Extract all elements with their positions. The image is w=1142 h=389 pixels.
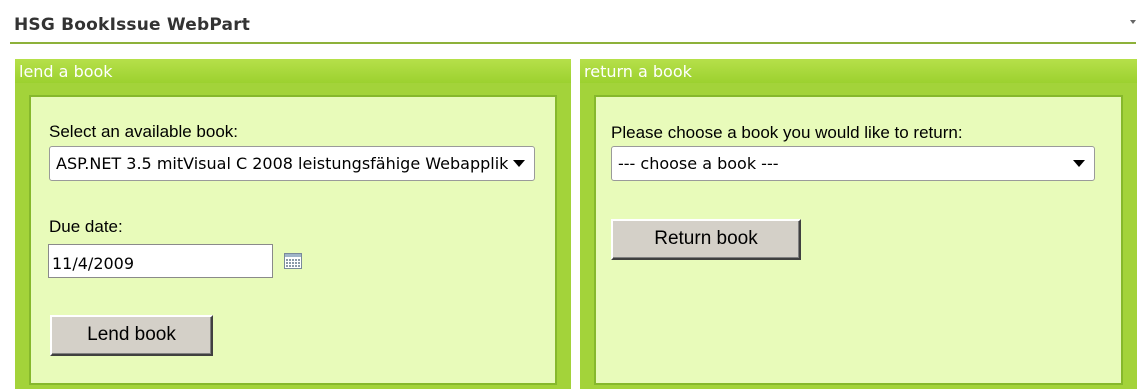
return-panel: return a book Please choose a book you w… — [580, 59, 1137, 389]
dropdown-arrow-icon — [1073, 160, 1085, 167]
webpart-header: HSG BookIssue WebPart — [10, 0, 1136, 44]
return-panel-title: return a book — [580, 59, 1137, 83]
due-date-label: Due date: — [49, 217, 123, 236]
lend-panel: lend a book Select an available book: AS… — [15, 59, 571, 389]
due-date-input[interactable] — [48, 244, 273, 278]
select-book-label: Select an available book: — [49, 122, 239, 141]
chevron-down-icon[interactable] — [1130, 20, 1136, 24]
available-book-select-value: ASP.NET 3.5 mitVisual C 2008 leistungsfä… — [56, 154, 508, 173]
webpart-title: HSG BookIssue WebPart — [14, 15, 251, 35]
lend-panel-title: lend a book — [15, 59, 571, 83]
due-date-field[interactable] — [49, 245, 272, 277]
lend-book-button[interactable]: Lend book — [50, 315, 213, 356]
calendar-icon[interactable] — [284, 253, 302, 269]
return-book-select[interactable]: --- choose a book --- — [611, 146, 1095, 181]
lend-panel-body: Select an available book: ASP.NET 3.5 mi… — [29, 95, 557, 385]
return-book-button[interactable]: Return book — [611, 219, 801, 260]
return-book-select-value: --- choose a book --- — [618, 154, 779, 173]
available-book-select[interactable]: ASP.NET 3.5 mitVisual C 2008 leistungsfä… — [49, 146, 535, 181]
dropdown-arrow-icon — [513, 160, 525, 167]
return-select-label: Please choose a book you would like to r… — [611, 123, 963, 142]
return-panel-body: Please choose a book you would like to r… — [594, 95, 1123, 385]
